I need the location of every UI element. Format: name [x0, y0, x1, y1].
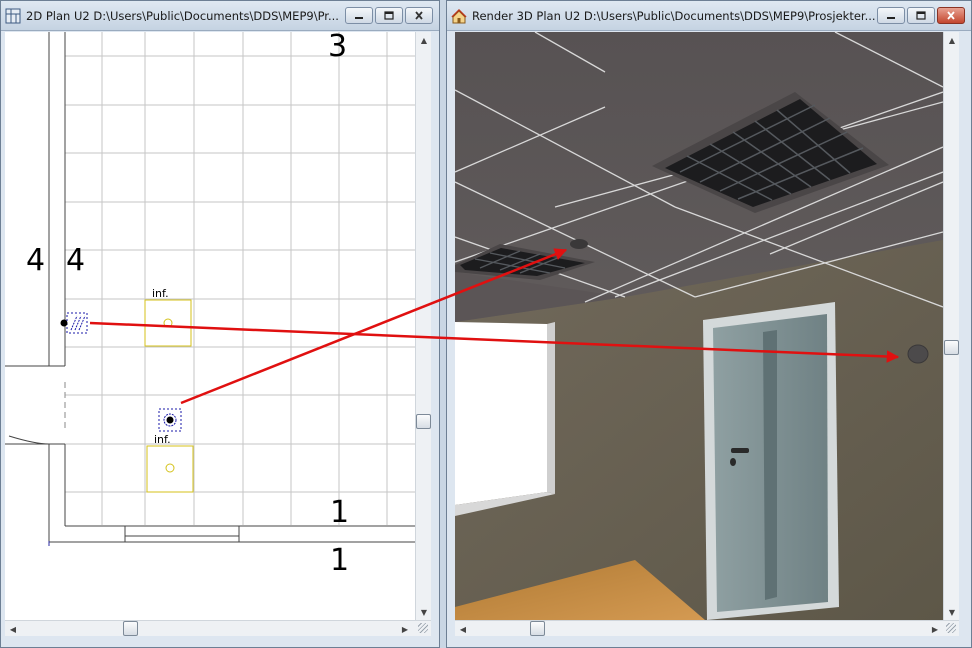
scroll-up-icon[interactable]: ▲ [416, 32, 432, 48]
minimize-icon [887, 16, 895, 19]
horizontal-scrollbar[interactable]: ◀ ▶ [5, 620, 431, 636]
maximize-button[interactable] [375, 7, 403, 24]
close-button[interactable] [937, 7, 965, 24]
scroll-thumb-vertical[interactable] [416, 414, 431, 429]
room-number-4a: 4 [26, 243, 46, 278]
maximize-icon [916, 11, 926, 20]
wall-sensor[interactable] [907, 344, 929, 364]
render-3d-window: Render 3D Plan U2 D:\Users\Public\Docume… [446, 0, 972, 648]
room-number-4b: 4 [66, 243, 86, 278]
inf-label-upper: inf. [152, 287, 169, 300]
door [703, 302, 839, 620]
close-icon [947, 11, 955, 20]
close-button[interactable] [405, 7, 433, 24]
title-bar[interactable]: 2D Plan U2 D:\Users\Public\Documents\DDS… [1, 1, 439, 31]
plan-2d-canvas[interactable]: 3 4 4 1 1 inf. inf. [5, 32, 415, 620]
window-opening [455, 322, 555, 516]
inf-label-lower: inf. [154, 433, 171, 446]
door-handle [731, 448, 749, 453]
horizontal-scrollbar[interactable]: ◀ ▶ [455, 620, 959, 636]
window-title: Render 3D Plan U2 D:\Users\Public\Docume… [472, 8, 876, 23]
room-number-1a: 1 [330, 495, 350, 530]
minimize-button[interactable] [345, 7, 373, 24]
close-icon [415, 11, 423, 20]
window-title: 2D Plan U2 D:\Users\Public\Documents\DDS… [26, 8, 339, 23]
floor-plan-drawing [5, 32, 415, 546]
scroll-right-icon[interactable]: ▶ [397, 621, 413, 637]
room-render [454, 31, 944, 620]
maximize-button[interactable] [907, 7, 935, 24]
vertical-scrollbar[interactable]: ▲ ▼ [415, 32, 431, 620]
render-3d-canvas[interactable] [454, 31, 944, 620]
scroll-thumb-vertical[interactable] [944, 340, 959, 355]
selected-sensor-ceiling[interactable] [158, 408, 182, 432]
minimize-icon [355, 16, 363, 19]
scroll-down-icon[interactable]: ▼ [944, 604, 960, 620]
vertical-scrollbar[interactable]: ▲ ▼ [943, 32, 959, 620]
inf-boxes [144, 299, 194, 493]
scroll-thumb-horizontal[interactable] [530, 621, 545, 636]
plan-2d-window: 2D Plan U2 D:\Users\Public\Documents\DDS… [0, 0, 440, 648]
scroll-right-icon[interactable]: ▶ [927, 621, 943, 637]
maximize-icon [384, 11, 394, 20]
room-number-3: 3 [328, 29, 348, 64]
resize-grip-icon[interactable] [418, 623, 428, 633]
ceiling-grid [65, 32, 415, 525]
minimize-button[interactable] [877, 7, 905, 24]
scroll-up-icon[interactable]: ▲ [944, 32, 960, 48]
scroll-down-icon[interactable]: ▼ [416, 604, 432, 620]
scroll-left-icon[interactable]: ◀ [455, 621, 471, 637]
ceiling-sensor[interactable] [570, 239, 588, 249]
plan-2d-app-icon [5, 8, 21, 23]
selected-sensor-wall[interactable] [60, 312, 88, 334]
title-bar[interactable]: Render 3D Plan U2 D:\Users\Public\Docume… [447, 1, 971, 31]
room-number-1b: 1 [330, 543, 350, 578]
scroll-thumb-horizontal[interactable] [123, 621, 138, 636]
render-app-icon [451, 8, 467, 23]
scroll-left-icon[interactable]: ◀ [5, 621, 21, 637]
walls [5, 32, 415, 546]
resize-grip-icon[interactable] [946, 623, 956, 633]
